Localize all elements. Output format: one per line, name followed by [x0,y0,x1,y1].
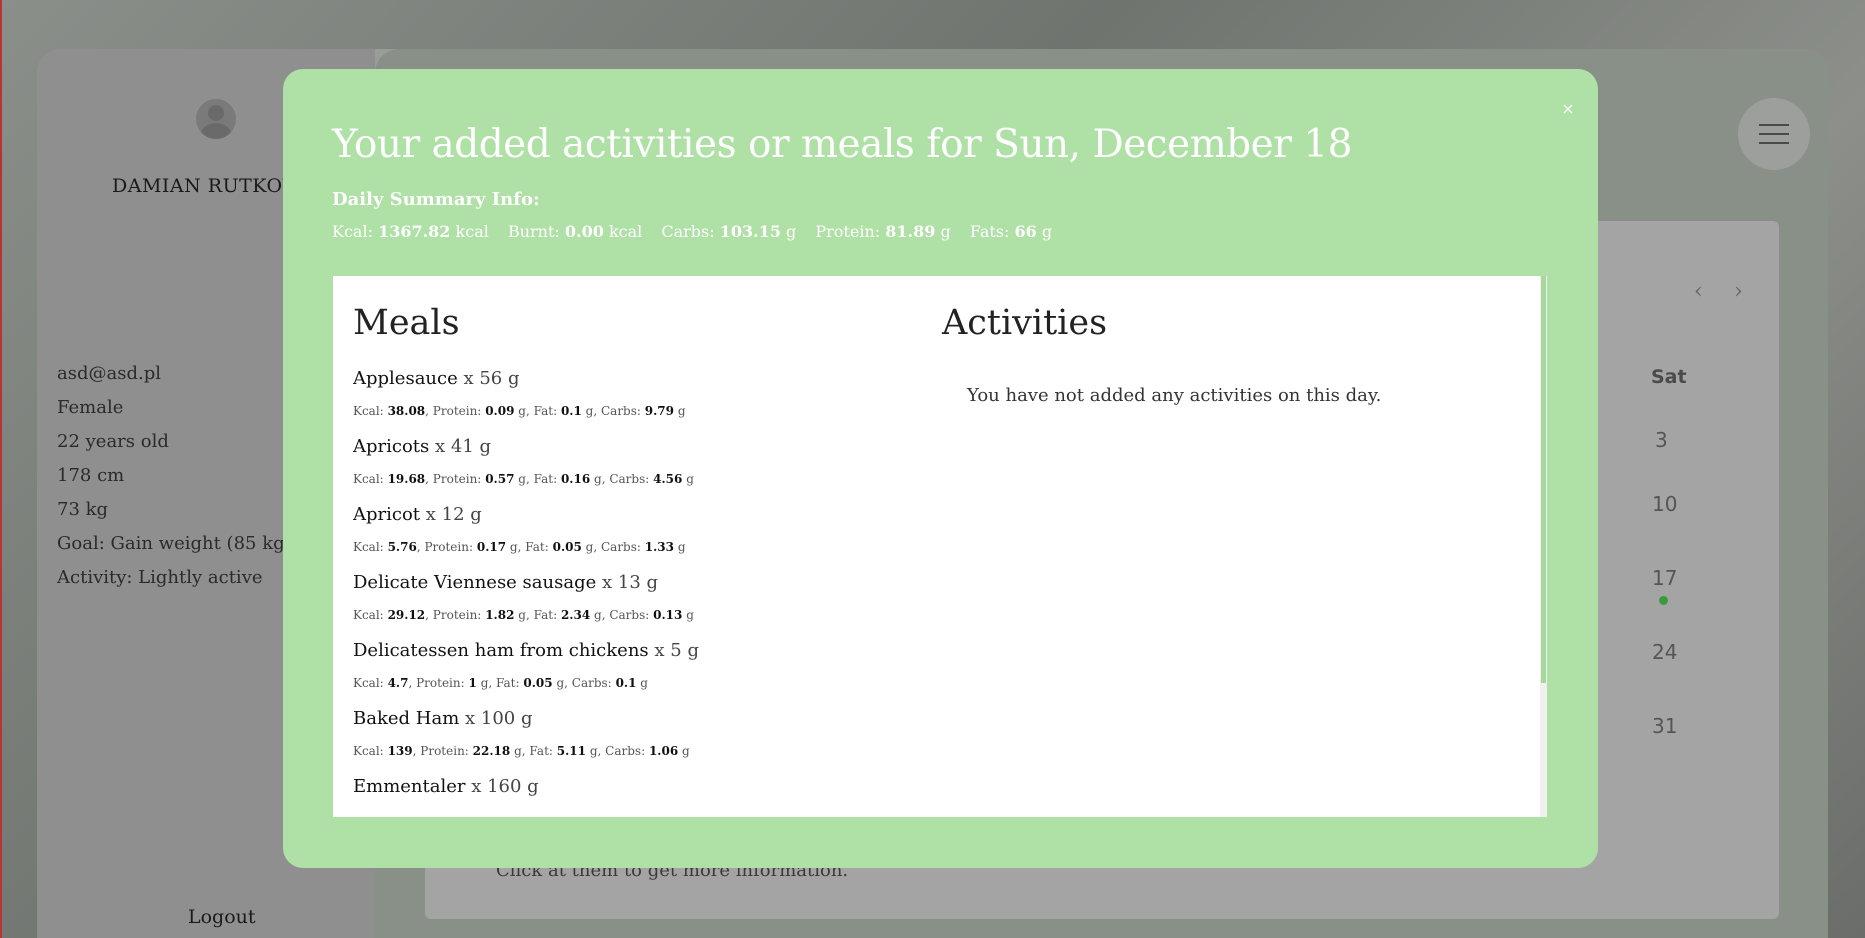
meal-macros: Kcal: 19.68, Protein: 0.57 g, Fat: 0.16 … [353,472,694,486]
meal-title: Applesauce x 56 g [353,364,913,394]
calendar-day[interactable]: 17 [1652,566,1677,590]
meal-title: Delicate Viennese sausage x 13 g [353,568,913,598]
meal-title: Emmentaler x 160 g [353,772,913,802]
avatar [196,99,236,139]
meal-title: Apricot x 12 g [353,500,913,530]
user-goal: Goal: Gain weight (85 kg) [57,533,292,554]
user-name: DAMIAN RUTKOW [112,175,303,197]
user-email: asd@asd.pl [57,363,161,384]
meal-list: Applesauce x 56 g Kcal: 38.08, Protein: … [353,364,913,816]
user-weight: 73 kg [57,499,109,520]
meal-macros: Kcal: 139, Protein: 22.18 g, Fat: 5.11 g… [353,744,690,758]
list-item[interactable]: Delicatessen ham from chickens x 5 g Kca… [353,636,913,704]
meal-quantity: x 100 g [465,708,533,729]
content-scrollbar[interactable] [1540,276,1547,817]
calendar-day-header-sat: Sat [1651,366,1687,388]
meal-quantity: x 13 g [602,572,659,593]
meal-macros: Kcal: 5.76, Protein: 0.17 g, Fat: 0.05 g… [353,540,686,554]
calendar-day[interactable]: 31 [1652,714,1677,738]
calendar-prev-icon[interactable]: ‹ [1694,279,1703,304]
list-item[interactable]: Delicate Viennese sausage x 13 g Kcal: 2… [353,568,913,636]
meal-quantity: x 56 g [463,368,520,389]
meal-macros: Kcal: 4.7, Protein: 1 g, Fat: 0.05 g, Ca… [353,676,648,690]
summary-fats: Fats: 66 g [969,222,1053,241]
list-item[interactable]: Apricots x 41 g Kcal: 19.68, Protein: 0.… [353,432,913,500]
meal-quantity: x 41 g [435,436,492,457]
calendar-entry-dot [1659,596,1668,605]
user-info-list: asd@asd.pl Female 22 years old 178 cm 73… [57,357,292,595]
calendar-next-icon[interactable]: › [1734,279,1743,304]
window-edge [0,0,2,938]
summary-carbs: Carbs: 103.15 g [661,222,797,241]
scrollbar-thumb[interactable] [1541,276,1546,683]
meal-name: Apricot [353,504,421,525]
calendar-day[interactable]: 3 [1655,428,1668,452]
meal-quantity: x 12 g [425,504,482,525]
meal-title: Apricots x 41 g [353,432,913,462]
no-activities-message: You have not added any activities on thi… [967,385,1382,406]
summary-kcal: Kcal: 1367.82 kcal [332,222,489,241]
hamburger-menu-icon[interactable] [1738,98,1810,170]
daily-summary-heading: Daily Summary Info: [332,189,540,210]
calendar-day[interactable]: 24 [1652,640,1677,664]
avatar-head [208,105,224,121]
user-gender: Female [57,397,124,418]
meal-quantity: x 5 g [654,640,699,661]
meals-heading: Meals [353,303,460,343]
summary-burnt: Burnt: 0.00 kcal [507,222,643,241]
calendar-day[interactable]: 10 [1652,492,1677,516]
meal-macros: Kcal: 38.08, Protein: 0.09 g, Fat: 0.1 g… [353,404,686,418]
meal-name: Baked Ham [353,708,460,729]
meal-quantity: x 160 g [471,776,539,797]
logout-button[interactable]: Logout [188,906,256,928]
meal-name: Applesauce [353,368,458,389]
user-height: 178 cm [57,465,125,486]
meal-name: Delicatessen ham from chickens [353,640,649,661]
list-item[interactable]: Baked Ham x 100 g Kcal: 139, Protein: 22… [353,704,913,772]
avatar-body [201,123,231,139]
daily-summary-row: Kcal: 1367.82 kcal Burnt: 0.00 kcal Carb… [332,222,1066,241]
activities-heading: Activities [942,303,1108,343]
user-activity-level: Activity: Lightly active [57,567,263,588]
list-item[interactable]: Applesauce x 56 g Kcal: 38.08, Protein: … [353,364,913,432]
user-age: 22 years old [57,431,169,452]
close-icon[interactable]: × [1558,99,1578,119]
list-item[interactable]: Emmentaler x 160 g [353,772,913,816]
list-item[interactable]: Apricot x 12 g Kcal: 5.76, Protein: 0.17… [353,500,913,568]
summary-protein: Protein: 81.89 g [815,222,951,241]
meal-macros: Kcal: 29.12, Protein: 1.82 g, Fat: 2.34 … [353,608,694,622]
meal-name: Delicate Viennese sausage [353,572,597,593]
meal-title: Baked Ham x 100 g [353,704,913,734]
meal-title: Delicatessen ham from chickens x 5 g [353,636,913,666]
modal-title: Your added activities or meals for Sun, … [332,122,1352,167]
meal-name: Emmentaler [353,776,466,797]
meal-name: Apricots [353,436,430,457]
